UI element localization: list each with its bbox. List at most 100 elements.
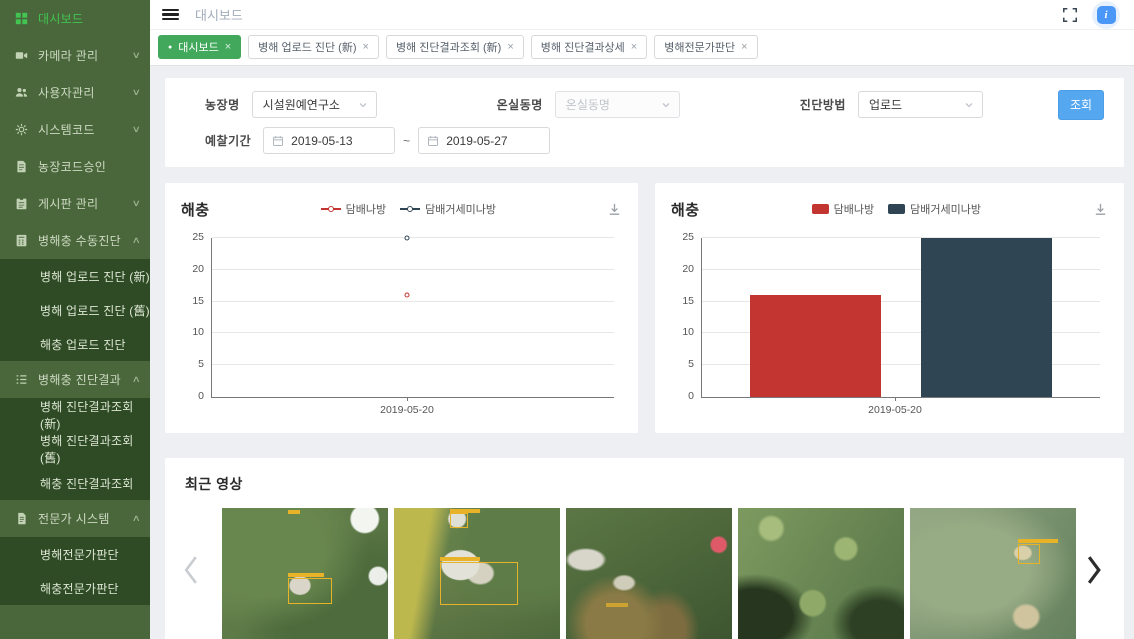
detection-box: [440, 562, 518, 605]
camera-icon: [14, 49, 28, 63]
fullscreen-icon[interactable]: [1062, 7, 1078, 23]
filter-row-2: 예찰기간 2019-05-13 ~ 2019-05-27: [205, 126, 1104, 155]
page-title: 대시보드: [195, 5, 243, 24]
sidebar-item-label: 병해충 진단결과: [38, 371, 121, 388]
detection-label: [450, 509, 480, 513]
close-icon[interactable]: ×: [225, 41, 231, 53]
sidebar: 대시보드 카메라 관리 ∨ 사용자관리 ∨ 시스템코드 ∨ 농장코드승인 게시판…: [0, 0, 150, 639]
sidebar-item-board[interactable]: 게시판 관리 ∨: [0, 185, 150, 222]
pest-bar-chart-card: 해충 담배나방담배거세미나방 05101520252019-05-20: [655, 183, 1124, 433]
greenhouse-label: 온실동명: [497, 96, 543, 113]
tab-disease-upload-new[interactable]: 병해 업로드 진단 (新) ×: [248, 35, 379, 59]
sidebar-subitem-disease-result-old[interactable]: 병해 진단결과조회 (舊): [0, 432, 150, 466]
topbar: 대시보드 i: [150, 0, 1134, 30]
board-icon: [14, 197, 28, 211]
period-end-input[interactable]: 2019-05-27: [418, 127, 550, 154]
period-label: 예찰기간: [205, 132, 251, 149]
close-icon[interactable]: ×: [741, 41, 747, 53]
detection-box: [1018, 544, 1040, 564]
sidebar-subitem-disease-expert[interactable]: 병해전문가판단: [0, 537, 150, 571]
recent-image-1[interactable]: [222, 508, 388, 639]
sidebar-subitem-pest-expert[interactable]: 해충전문가판단: [0, 571, 150, 605]
tab-disease-expert[interactable]: 병해전문가판단 ×: [654, 35, 757, 59]
method-select[interactable]: 업로드: [858, 91, 983, 118]
sidebar-item-label: 농장코드승인: [38, 158, 106, 175]
sidebar-item-label: 사용자관리: [38, 84, 95, 101]
sidebar-item-label: 게시판 관리: [38, 195, 98, 212]
main-area: 대시보드 i ● 대시보드 × 병해 업로드 진단 (新) × 병해 진단결과조…: [150, 0, 1134, 639]
tab-label: 병해 진단결과조회 (新): [396, 39, 501, 55]
diagnosis-result-icon: [14, 373, 28, 387]
sidebar-submenu-diagnosis-result: 병해 진단결과조회 (新) 병해 진단결과조회 (舊) 해충 진단결과조회: [0, 398, 150, 500]
download-icon[interactable]: [607, 202, 622, 217]
carousel-next-icon[interactable]: [1084, 554, 1104, 591]
sidebar-item-camera[interactable]: 카메라 관리 ∨: [0, 37, 150, 74]
sidebar-item-label: 시스템코드: [38, 121, 95, 138]
sidebar-item-label: 병해충 수동진단: [38, 232, 121, 249]
chart-title: 해충: [181, 199, 210, 220]
chevron-up-icon: ∧: [132, 374, 142, 385]
chart-header: 해충 담배나방담배거세미나방: [181, 196, 622, 222]
sidebar-item-dashboard[interactable]: 대시보드: [0, 0, 150, 37]
farm-name-label: 농장명: [205, 96, 240, 113]
period-separator: ~: [403, 134, 410, 148]
chart-header: 해충 담배나방담배거세미나방: [671, 196, 1108, 222]
tab-diagnosis-result-new[interactable]: 병해 진단결과조회 (新) ×: [386, 35, 524, 59]
sidebar-submenu-manual-diagnosis: 병해 업로드 진단 (新) 병해 업로드 진단 (舊) 해충 업로드 진단: [0, 259, 150, 361]
carousel-prev-icon[interactable]: [181, 554, 201, 591]
filter-panel: 농장명 시설원예연구소 온실동명 온실동명 진단방법 업로드: [165, 78, 1124, 167]
notification-halo[interactable]: i: [1092, 1, 1120, 29]
close-icon[interactable]: ×: [631, 41, 637, 53]
pest-scatter-chart-card: 해충 담배나방담배거세미나방 05101520252019-05-20: [165, 183, 638, 433]
info-badge-icon: i: [1097, 6, 1116, 24]
sidebar-subitem-pest-upload[interactable]: 해충 업로드 진단: [0, 327, 150, 361]
tab-label: 대시보드: [178, 39, 218, 55]
search-button[interactable]: 조회: [1058, 90, 1104, 120]
tab-bar: ● 대시보드 × 병해 업로드 진단 (新) × 병해 진단결과조회 (新) ×…: [150, 30, 1134, 66]
tab-label: 병해전문가판단: [664, 39, 735, 55]
chevron-down-icon: ∨: [132, 50, 142, 61]
detection-label: [606, 603, 628, 607]
active-dot-icon: ●: [168, 44, 172, 51]
tab-dashboard[interactable]: ● 대시보드 ×: [158, 35, 241, 59]
recent-image-3[interactable]: [566, 508, 732, 639]
sidebar-item-system-code[interactable]: 시스템코드 ∨: [0, 111, 150, 148]
chevron-down-icon: [661, 100, 671, 110]
sidebar-subitem-disease-upload-old[interactable]: 병해 업로드 진단 (舊): [0, 293, 150, 327]
tab-label: 병해 업로드 진단 (新): [258, 39, 356, 55]
calendar-icon: [427, 135, 439, 147]
detection-label: [1018, 539, 1058, 543]
sidebar-subitem-disease-result-new[interactable]: 병해 진단결과조회 (新): [0, 398, 150, 432]
hamburger-menu-icon[interactable]: [162, 9, 179, 21]
sidebar-item-farm-code[interactable]: 농장코드승인: [0, 148, 150, 185]
users-icon: [14, 86, 28, 100]
period-start-input[interactable]: 2019-05-13: [263, 127, 395, 154]
chart-legend: 담배나방담배거세미나방: [210, 201, 607, 217]
tab-diagnosis-detail[interactable]: 병해 진단결과상세 ×: [531, 35, 647, 59]
sidebar-submenu-expert-system: 병해전문가판단 해충전문가판단: [0, 537, 150, 605]
recent-image-5[interactable]: [910, 508, 1076, 639]
topbar-actions: i: [1062, 1, 1120, 29]
image-carousel: [222, 508, 1104, 639]
sidebar-item-expert-system[interactable]: 전문가 시스템 ∧: [0, 500, 150, 537]
sidebar-item-label: 카메라 관리: [38, 47, 98, 64]
detection-box: [288, 578, 332, 604]
recent-videos-title: 최근 영상: [185, 474, 1104, 494]
recent-image-4[interactable]: [738, 508, 904, 639]
sidebar-subitem-disease-upload-new[interactable]: 병해 업로드 진단 (新): [0, 259, 150, 293]
sidebar-item-label: 전문가 시스템: [38, 510, 110, 527]
farm-name-select[interactable]: 시설원예연구소: [252, 91, 377, 118]
filter-row-1: 농장명 시설원예연구소 온실동명 온실동명 진단방법 업로드: [205, 90, 1104, 119]
greenhouse-select[interactable]: 온실동명: [555, 91, 680, 118]
close-icon[interactable]: ×: [363, 41, 369, 53]
sidebar-item-users[interactable]: 사용자관리 ∨: [0, 74, 150, 111]
sidebar-subitem-pest-result[interactable]: 해충 진단결과조회: [0, 466, 150, 500]
recent-image-2[interactable]: [394, 508, 560, 639]
recent-videos-panel: 최근 영상: [165, 458, 1124, 639]
sidebar-item-diagnosis-result[interactable]: 병해충 진단결과 ∧: [0, 361, 150, 398]
close-icon[interactable]: ×: [507, 41, 513, 53]
calendar-icon: [272, 135, 284, 147]
chevron-up-icon: ∧: [132, 235, 142, 246]
sidebar-item-manual-diagnosis[interactable]: 병해충 수동진단 ∧: [0, 222, 150, 259]
download-icon[interactable]: [1093, 202, 1108, 217]
